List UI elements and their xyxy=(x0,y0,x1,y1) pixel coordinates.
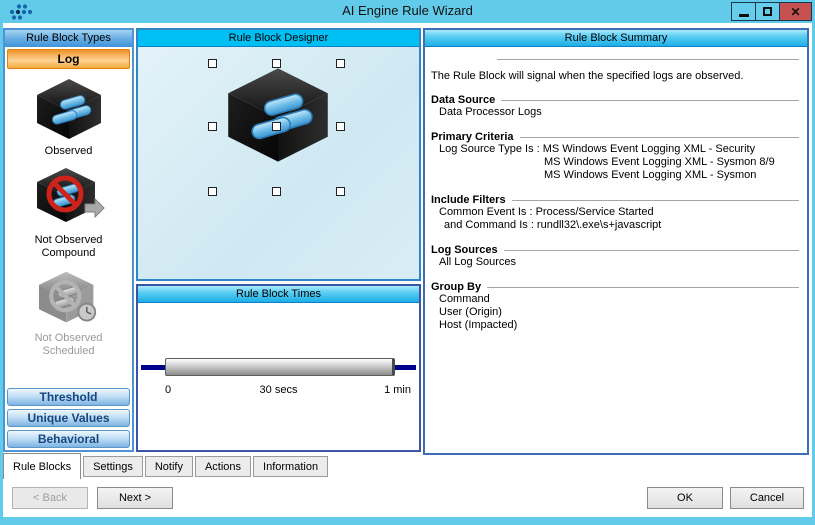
summary-section-include-filters: Include Filters Common Event Is : Proces… xyxy=(431,194,799,232)
time-slider-bar[interactable] xyxy=(165,358,395,376)
selection-handle[interactable] xyxy=(336,59,345,68)
behavioral-button[interactable]: Behavioral xyxy=(7,430,130,448)
section-line: All Log Sources xyxy=(431,256,799,269)
ai-engine-rule-wizard-window: AI Engine Rule Wizard ✕ Rule Block Types… xyxy=(0,0,815,525)
window-controls: ✕ xyxy=(732,2,812,21)
time-tick-labels: 0 30 secs 1 min xyxy=(138,384,419,398)
rule-block-summary-header: Rule Block Summary xyxy=(425,30,807,47)
tick-mid-label: 30 secs xyxy=(138,384,419,396)
tab-rule-blocks[interactable]: Rule Blocks xyxy=(3,453,81,479)
summary-section-group-by: Group By Command User (Origin) Host (Imp… xyxy=(431,281,799,332)
not-observed-compound-type-item[interactable]: Not Observed Compound xyxy=(5,166,132,260)
observed-type-item[interactable]: Observed xyxy=(5,77,132,158)
threshold-button[interactable]: Threshold xyxy=(7,388,130,406)
tab-notify[interactable]: Notify xyxy=(145,456,193,477)
section-heading: Group By xyxy=(431,281,481,293)
tab-information[interactable]: Information xyxy=(253,456,328,477)
window-title: AI Engine Rule Wizard xyxy=(0,3,815,18)
section-rule xyxy=(504,250,799,256)
selection-handle[interactable] xyxy=(272,187,281,196)
designer-canvas[interactable] xyxy=(138,47,419,279)
observed-label: Observed xyxy=(22,145,116,158)
type-category-buttons: Threshold Unique Values Behavioral xyxy=(7,385,130,448)
summary-intro: The Rule Block will signal when the spec… xyxy=(431,70,799,82)
back-button[interactable]: < Back xyxy=(12,487,88,509)
rule-block-types-header: Rule Block Types xyxy=(5,30,132,47)
rule-block-times-header: Rule Block Times xyxy=(138,286,419,303)
selection-handle[interactable] xyxy=(272,122,281,131)
minimize-button[interactable] xyxy=(731,2,756,21)
close-icon: ✕ xyxy=(790,6,800,18)
observed-cube-icon xyxy=(31,77,107,141)
section-line: Host (Impacted) xyxy=(431,319,799,332)
not-observed-scheduled-label: Not Observed Scheduled xyxy=(22,332,116,358)
next-button[interactable]: Next > xyxy=(97,487,173,509)
times-content: 0 30 secs 1 min xyxy=(138,303,419,450)
summary-section-primary-criteria: Primary Criteria Log Source Type Is : MS… xyxy=(431,131,799,182)
rule-block-times-panel: Rule Block Times 0 30 secs 1 min xyxy=(136,284,421,452)
section-line: Command xyxy=(431,293,799,306)
not-observed-scheduled-cube-icon xyxy=(33,268,105,328)
ok-button[interactable]: OK xyxy=(647,487,723,509)
section-line: Common Event Is : Process/Service Starte… xyxy=(431,206,799,219)
log-type-button[interactable]: Log xyxy=(7,49,130,69)
rule-block-types-panel: Rule Block Types Log Observed xyxy=(3,28,134,452)
minimize-icon xyxy=(739,14,749,17)
section-line: MS Windows Event Logging XML - Sysmon 8/… xyxy=(431,156,799,169)
summary-content: The Rule Block will signal when the spec… xyxy=(425,47,807,336)
tab-actions[interactable]: Actions xyxy=(195,456,251,477)
rule-block-designer-header: Rule Block Designer xyxy=(138,30,419,47)
wizard-tabstrip: Rule Blocks Settings Notify Actions Info… xyxy=(3,453,328,479)
selection-handle[interactable] xyxy=(208,122,217,131)
section-heading: Include Filters xyxy=(431,194,506,206)
rule-block-summary-panel: Rule Block Summary The Rule Block will s… xyxy=(423,28,809,455)
section-line: Data Processor Logs xyxy=(431,106,799,119)
titlebar: AI Engine Rule Wizard ✕ xyxy=(0,0,815,23)
summary-top-rule xyxy=(497,59,799,60)
section-line: Log Source Type Is : MS Windows Event Lo… xyxy=(431,143,799,156)
maximize-button[interactable] xyxy=(755,2,780,21)
maximize-icon xyxy=(763,7,772,16)
tab-settings[interactable]: Settings xyxy=(83,456,143,477)
section-heading: Log Sources xyxy=(431,244,498,256)
summary-section-log-sources: Log Sources All Log Sources xyxy=(431,244,799,269)
section-line: User (Origin) xyxy=(431,306,799,319)
selection-handle[interactable] xyxy=(336,122,345,131)
rule-block-designer-panel: Rule Block Designer xyxy=(136,28,421,281)
tick-max-label: 1 min xyxy=(384,384,411,396)
section-rule xyxy=(501,100,799,106)
summary-section-data-source: Data Source Data Processor Logs xyxy=(431,94,799,119)
section-line: and Command Is : rundll32\.exe\s+javascr… xyxy=(431,219,799,232)
section-heading: Data Source xyxy=(431,94,495,106)
designer-cube[interactable] xyxy=(222,63,334,167)
cancel-button[interactable]: Cancel xyxy=(730,487,804,509)
dialog-body: Rule Block Types Log Observed xyxy=(3,23,812,517)
selection-handle[interactable] xyxy=(336,187,345,196)
selection-handle[interactable] xyxy=(208,187,217,196)
section-rule xyxy=(487,287,799,293)
section-heading: Primary Criteria xyxy=(431,131,514,143)
not-observed-scheduled-type-item: Not Observed Scheduled xyxy=(5,268,132,358)
not-observed-compound-label: Not Observed Compound xyxy=(22,234,116,260)
section-line: MS Windows Event Logging XML - Sysmon xyxy=(431,169,799,182)
close-button[interactable]: ✕ xyxy=(779,2,812,21)
selection-handle[interactable] xyxy=(208,59,217,68)
selection-handle[interactable] xyxy=(272,59,281,68)
unique-values-button[interactable]: Unique Values xyxy=(7,409,130,427)
not-observed-compound-cube-icon xyxy=(31,166,107,230)
